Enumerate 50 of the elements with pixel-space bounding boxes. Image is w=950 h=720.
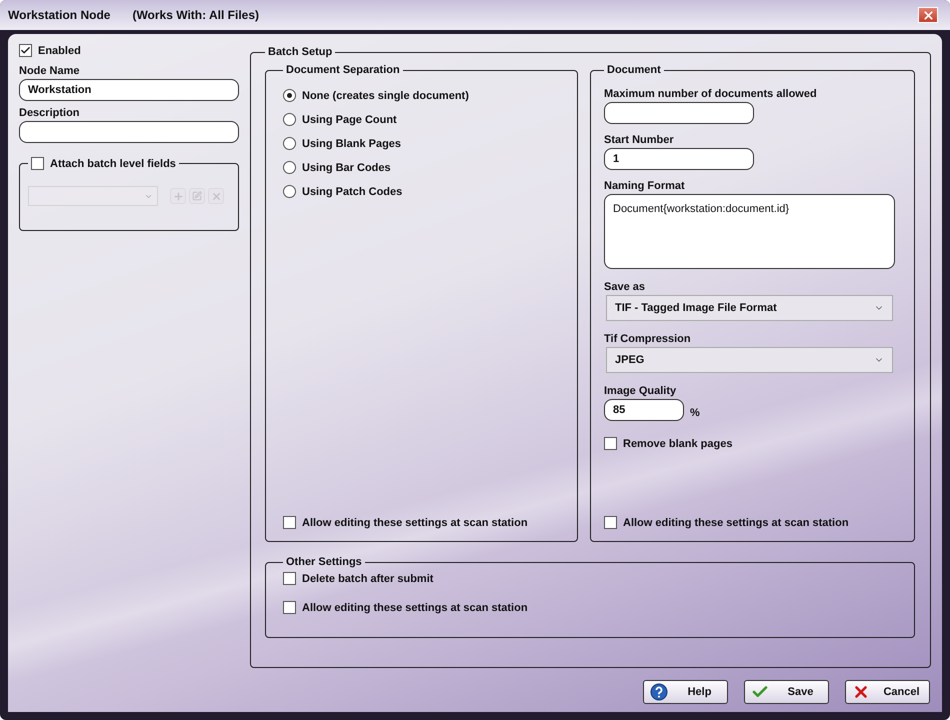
group-title: Batch Setup: [267, 46, 334, 58]
field-label: Save as: [604, 281, 646, 293]
group-title: Document: [606, 64, 662, 76]
radio-option[interactable]: Using Patch Codes: [283, 185, 560, 198]
cancel-icon: [852, 683, 870, 701]
dropdown[interactable]: TIF - Tagged Image File Format: [606, 295, 893, 321]
checkbox[interactable]: Allow editing these settings at scan station: [283, 516, 560, 529]
group-title: Document Separation: [285, 64, 401, 76]
field-label: Start Number: [604, 134, 675, 146]
checkbox[interactable]: Remove blank pages: [604, 437, 901, 450]
field-label: Naming Format: [604, 180, 686, 192]
checkbox[interactable]: Enabled: [19, 44, 239, 57]
help-icon: [650, 683, 668, 701]
radio-button[interactable]: [283, 113, 296, 126]
window-subtitle: (Works With: All Files): [132, 8, 260, 22]
field-label: Image Quality: [604, 385, 678, 397]
field-label: Node Name: [19, 65, 81, 77]
field-label: Description: [19, 107, 81, 119]
checkbox[interactable]: Allow editing these settings at scan station: [604, 516, 901, 529]
text-field[interactable]: [604, 102, 754, 124]
field-label: Maximum number of documents allowed: [604, 88, 818, 100]
checkbox[interactable]: Delete batch after submit: [283, 572, 897, 585]
window-title: Workstation Node: [8, 8, 110, 22]
radio-option[interactable]: Using Bar Codes: [283, 161, 560, 174]
text-area[interactable]: Document{workstation:document.id}: [604, 194, 895, 269]
delete-icon: [210, 190, 222, 202]
text-field[interactable]: [19, 121, 239, 143]
radio-button[interactable]: [283, 89, 296, 102]
radio-option[interactable]: Using Page Count: [283, 113, 560, 126]
group-title: Other Settings: [285, 556, 363, 568]
radio-option[interactable]: Using Blank Pages: [283, 137, 560, 150]
text-field[interactable]: Workstation: [19, 79, 239, 101]
number-field[interactable]: 85: [604, 399, 684, 421]
close-button[interactable]: [918, 7, 938, 23]
pen-icon: [192, 191, 202, 201]
dropdown[interactable]: JPEG: [606, 347, 893, 373]
radio-button[interactable]: [283, 185, 296, 198]
field-label: Tif Compression: [604, 333, 692, 345]
radio-button[interactable]: [283, 161, 296, 174]
radio-option[interactable]: None (creates single document): [283, 89, 560, 102]
cancel-button[interactable]: Cancel: [845, 680, 930, 704]
close-icon: [922, 8, 934, 22]
check-icon: [20, 45, 31, 56]
help-button[interactable]: Help: [643, 680, 728, 704]
unit-label: %: [690, 407, 700, 419]
checkbox[interactable]: Allow editing these settings at scan station: [283, 601, 897, 614]
plus-icon: [172, 190, 184, 202]
text-field[interactable]: 1: [604, 148, 754, 170]
save-button[interactable]: Save: [744, 680, 829, 704]
radio-button[interactable]: [283, 137, 296, 150]
